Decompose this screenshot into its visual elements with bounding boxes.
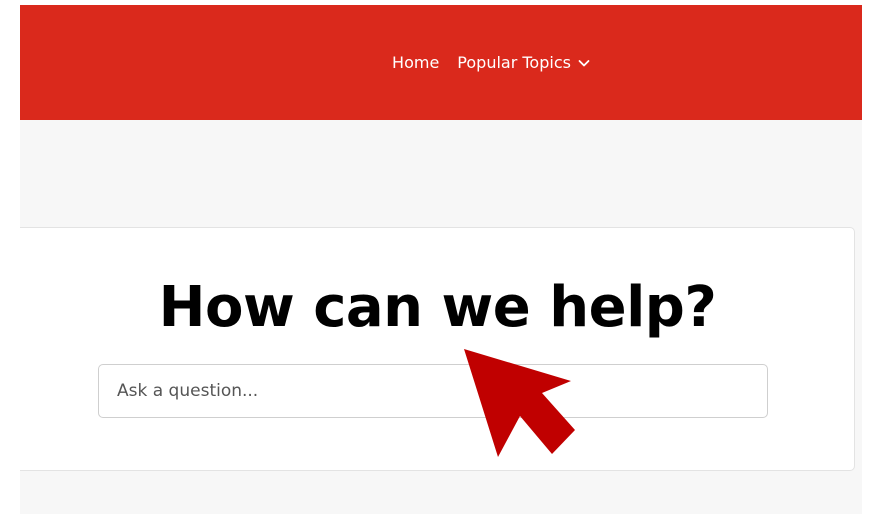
nav-home-link[interactable]: Home [392,53,439,72]
page-title: How can we help? [158,275,717,340]
nav-popular-topics-dropdown[interactable]: Popular Topics [457,53,590,72]
help-search-card: How can we help? [20,227,855,471]
top-navbar: Home Popular Topics [20,5,862,120]
nav-home-label: Home [392,53,440,72]
main-nav: Home Popular Topics [20,5,862,120]
nav-popular-topics-label: Popular Topics [457,53,571,72]
search-input[interactable] [98,364,768,418]
chevron-down-icon [578,59,590,66]
page: Home Popular Topics How can we help? [0,0,872,514]
